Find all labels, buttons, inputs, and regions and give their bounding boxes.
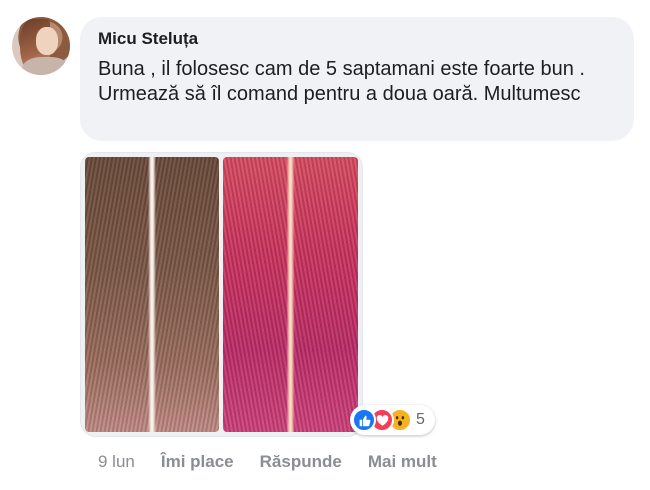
avatar-shoulder — [22, 57, 70, 75]
reaction-count: 5 — [416, 411, 425, 428]
avatar-face — [36, 27, 58, 55]
photo-after-half — [223, 157, 358, 432]
comment-bubble: Micu Steluța Buna , il folosesc cam de 5… — [80, 17, 634, 141]
reply-button[interactable]: Răspunde — [260, 452, 342, 472]
comment-timestamp[interactable]: 9 lun — [98, 452, 135, 472]
comment-photo[interactable] — [80, 152, 363, 437]
avatar[interactable] — [12, 17, 70, 75]
photo-before-half — [85, 157, 219, 432]
comment-author[interactable]: Micu Steluța — [98, 29, 616, 49]
comment-text: Buna , il folosesc cam de 5 saptamani es… — [98, 58, 585, 105]
like-icon — [352, 408, 376, 432]
more-button[interactable]: Mai mult — [368, 452, 437, 472]
like-button[interactable]: Îmi place — [161, 452, 234, 472]
reactions-summary[interactable]: 5 — [350, 405, 435, 435]
comment: Micu Steluța Buna , il folosesc cam de 5… — [0, 0, 650, 490]
comment-actions: 9 lun Îmi place Răspunde Mai mult — [98, 452, 463, 472]
